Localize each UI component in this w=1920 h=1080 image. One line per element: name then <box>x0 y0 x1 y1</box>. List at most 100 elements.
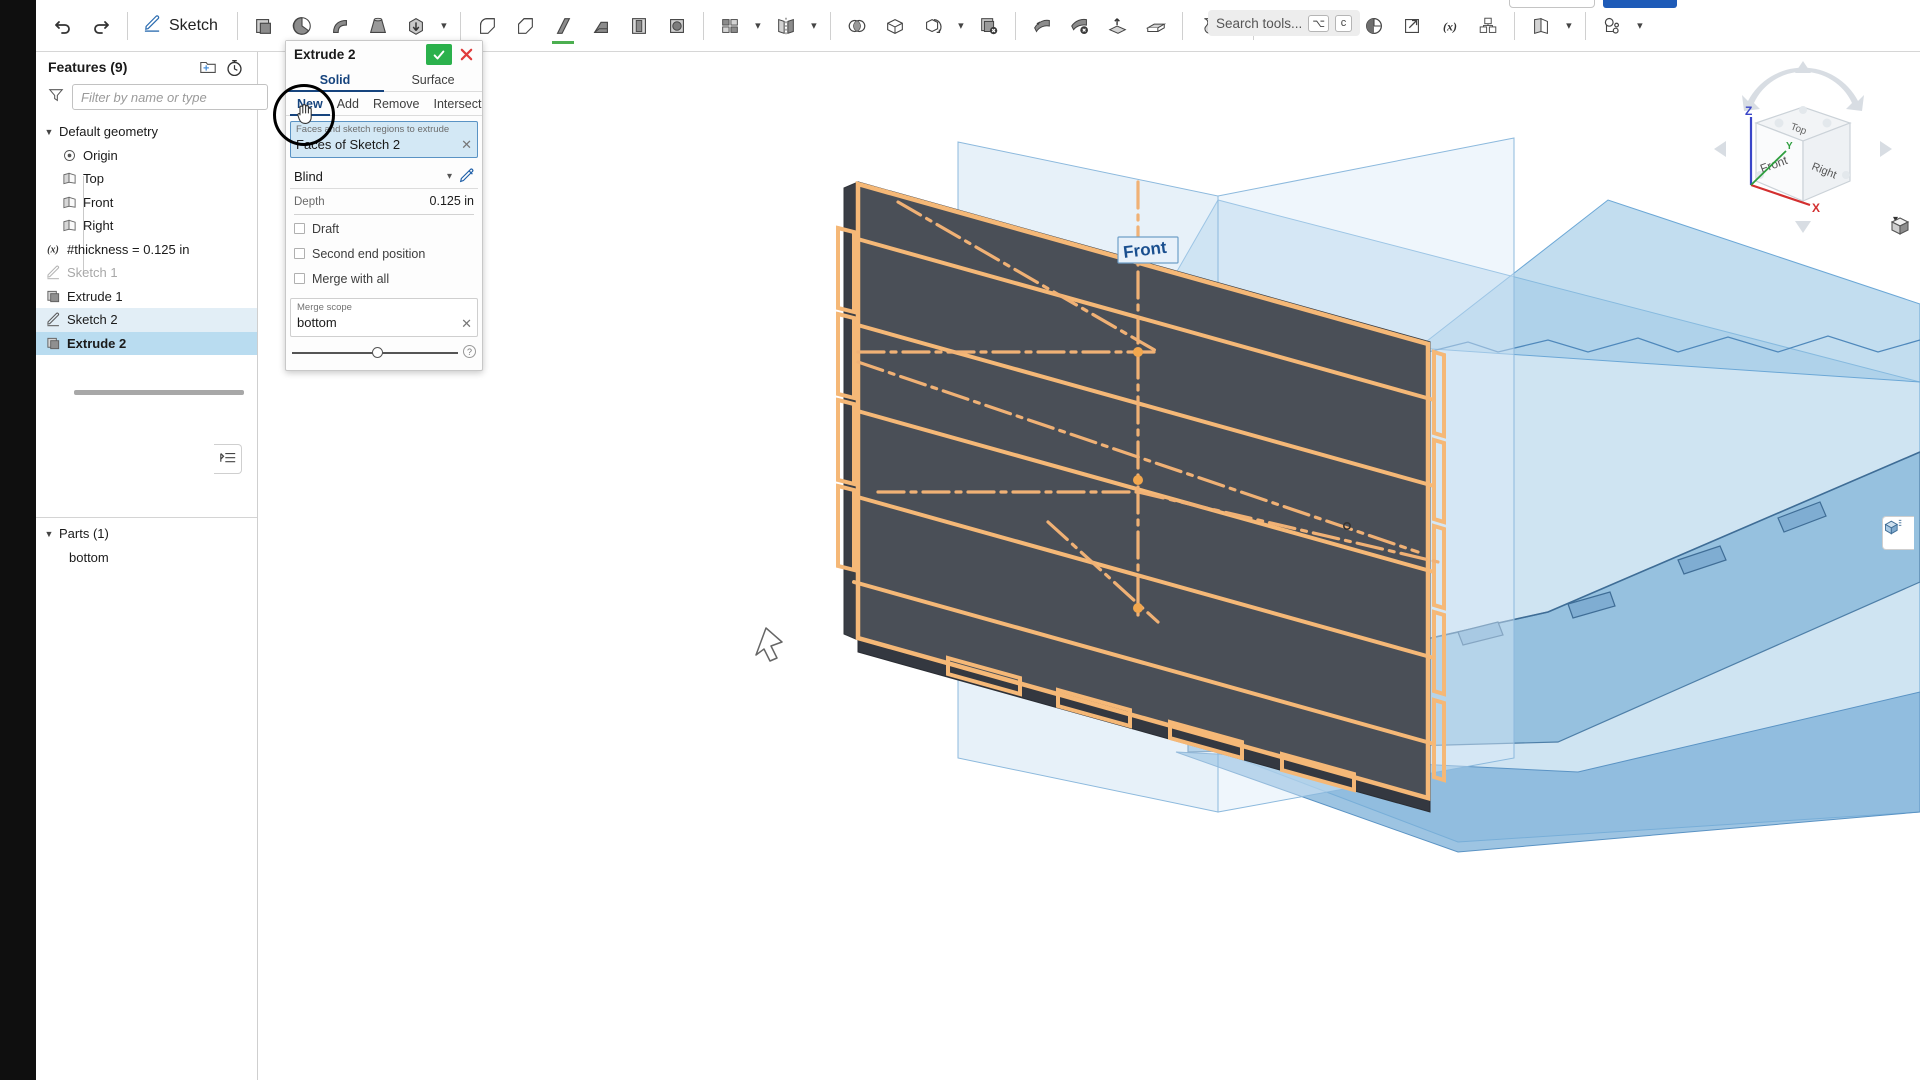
tab-remove[interactable]: Remove <box>366 92 427 115</box>
history-timer-icon[interactable] <box>221 55 247 79</box>
composite-part-icon[interactable] <box>1469 6 1507 46</box>
tree-item-front-plane[interactable]: Front <box>36 191 257 215</box>
extrude-icon[interactable] <box>245 6 283 46</box>
tab-surface[interactable]: Surface <box>384 68 482 91</box>
chevron-down-icon[interactable]: ▼ <box>42 127 56 137</box>
assembly-features-icon[interactable] <box>1593 6 1631 46</box>
redo-button[interactable] <box>82 6 120 46</box>
filter-input[interactable] <box>72 84 268 110</box>
faces-selection-box[interactable]: Faces and sketch regions to extrude Face… <box>290 121 478 158</box>
toolbar-divider <box>1014 11 1016 40</box>
checkbox-box[interactable] <box>294 223 305 234</box>
clear-x-icon[interactable]: ✕ <box>461 137 472 153</box>
mate-connector-icon[interactable] <box>1355 6 1393 46</box>
toolbar-divider <box>829 11 831 40</box>
tree-item-default-geometry[interactable]: ▼ Default geometry <box>36 120 257 144</box>
render-panel-button[interactable] <box>1882 516 1914 550</box>
axis-z-label: Z <box>1745 104 1752 118</box>
pattern-icon[interactable] <box>711 6 749 46</box>
variable-icon[interactable]: (x) <box>1431 6 1469 46</box>
replace-face-icon[interactable] <box>1099 6 1137 46</box>
tree-item-extrude-1[interactable]: Extrude 1 <box>36 285 257 309</box>
tab-new[interactable]: New <box>290 92 330 116</box>
merge-with-all-checkbox[interactable]: Merge with all <box>294 267 474 290</box>
second-end-position-checkbox[interactable]: Second end position <box>294 242 474 265</box>
search-tools-box[interactable]: Search tools... ⌥ c <box>1208 10 1360 36</box>
front-plane-label[interactable]: Front <box>1117 236 1179 264</box>
view-cube[interactable]: Top Front Right Z X Y <box>1708 57 1898 237</box>
tree-item-sketch-1[interactable]: Sketch 1 <box>36 261 257 285</box>
cancel-button[interactable] <box>454 44 478 65</box>
tab-solid[interactable]: Solid <box>286 68 384 92</box>
depth-field[interactable]: Depth 0.125 in <box>294 194 474 215</box>
feature-tree-list: ▼ Default geometry Origin Top Front Righ… <box>36 118 257 355</box>
enclose-icon[interactable] <box>1137 6 1175 46</box>
tab-intersect[interactable]: Intersect <box>427 92 489 115</box>
chevron-down-icon[interactable]: ▾ <box>952 6 970 46</box>
split-icon[interactable] <box>876 6 914 46</box>
chevron-down-icon[interactable]: ▾ <box>447 171 452 182</box>
draft-checkbox[interactable]: Draft <box>294 217 474 240</box>
hole-icon[interactable] <box>658 6 696 46</box>
search-shortcut-key: c <box>1335 14 1352 32</box>
rollback-bar[interactable] <box>74 390 244 395</box>
mirror-icon[interactable] <box>767 6 805 46</box>
toolbar-divider <box>236 11 238 40</box>
boolean-icon[interactable] <box>838 6 876 46</box>
three-d-viewport[interactable]: Front Top Front Right Z X Y ▾ <box>258 52 1920 1080</box>
clear-x-icon[interactable]: ✕ <box>461 316 472 332</box>
merge-scope-box[interactable]: Merge scope bottom ✕ <box>290 298 478 337</box>
import-derived-icon[interactable] <box>1393 6 1431 46</box>
tree-item-extrude-2[interactable]: Extrude 2 <box>36 331 257 355</box>
flip-direction-icon[interactable] <box>458 167 476 190</box>
help-question-icon[interactable]: ? <box>463 345 476 358</box>
toolbar-divider <box>459 11 461 40</box>
faces-selection-value: Faces of Sketch 2 <box>296 137 401 152</box>
tree-item-thickness-variable[interactable]: (x) #thickness = 0.125 in <box>36 238 257 262</box>
pencil-sketch-icon <box>143 14 162 38</box>
delete-part-icon[interactable] <box>970 6 1008 46</box>
sketch-button[interactable]: Sketch <box>135 6 230 46</box>
accept-button[interactable] <box>426 44 452 65</box>
view-style-menu[interactable]: ▾ <box>1888 214 1910 235</box>
cube-faces[interactable]: Top Front Right <box>1754 106 1852 202</box>
surface-icon[interactable] <box>1522 6 1560 46</box>
tree-collapse-icon[interactable] <box>214 444 242 474</box>
dialog-title: Extrude 2 <box>294 47 356 62</box>
tree-item-top-plane[interactable]: Top <box>36 167 257 191</box>
faces-selection-hint: Faces and sketch regions to extrude <box>296 124 450 135</box>
left-rail <box>0 0 36 1080</box>
checkbox-box[interactable] <box>294 248 305 259</box>
draft-icon[interactable] <box>582 6 620 46</box>
parts-header[interactable]: ▼ Parts (1) <box>36 522 257 546</box>
rotate-cursor-icon <box>755 627 783 662</box>
slider-knob[interactable] <box>371 347 383 358</box>
tree-item-sketch-2[interactable]: Sketch 2 <box>36 308 257 332</box>
checkbox-box[interactable] <box>294 273 305 284</box>
shell-icon[interactable] <box>620 6 658 46</box>
chevron-down-icon[interactable]: ▾ <box>1631 6 1649 46</box>
partial-top-button[interactable] <box>1603 0 1677 8</box>
part-item-bottom[interactable]: bottom <box>36 546 257 570</box>
delete-face-icon[interactable] <box>1061 6 1099 46</box>
tree-item-origin[interactable]: Origin <box>36 144 257 168</box>
add-folder-icon[interactable] <box>195 55 221 79</box>
feature-filter-row <box>36 82 268 118</box>
opacity-slider[interactable]: ? <box>292 344 476 362</box>
second-end-position-label: Second end position <box>312 246 426 261</box>
transform-icon[interactable] <box>914 6 952 46</box>
tab-add[interactable]: Add <box>330 92 366 115</box>
chevron-down-icon[interactable]: ▼ <box>42 529 56 539</box>
filter-funnel-icon[interactable] <box>48 87 64 108</box>
slider-track[interactable] <box>292 347 458 358</box>
tree-item-right-plane[interactable]: Right <box>36 214 257 238</box>
chevron-down-icon[interactable]: ▾ <box>1560 6 1578 46</box>
variable-icon: (x) <box>42 242 64 256</box>
chevron-down-icon[interactable]: ▾ <box>749 6 767 46</box>
chevron-down-icon[interactable]: ▾ <box>805 6 823 46</box>
undo-button[interactable] <box>44 6 82 46</box>
rib-icon[interactable] <box>544 6 582 46</box>
chamfer-icon[interactable] <box>506 6 544 46</box>
end-condition-select[interactable]: Blind ▾ <box>290 164 478 189</box>
move-face-icon[interactable] <box>1023 6 1061 46</box>
